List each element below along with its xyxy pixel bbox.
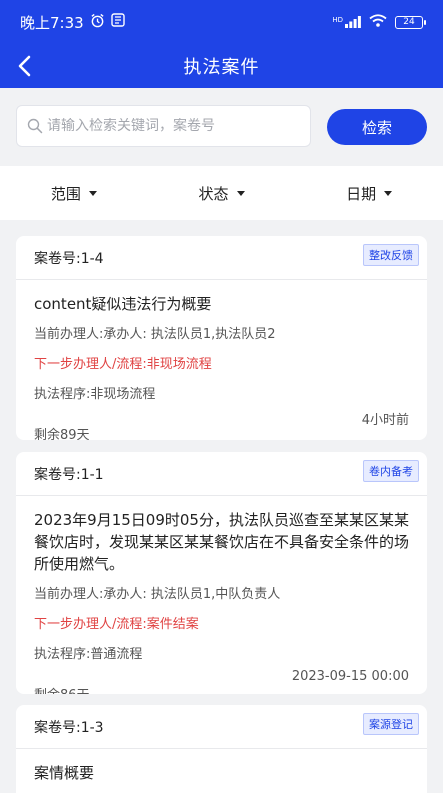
case-number: 案卷号:1-4 xyxy=(34,250,104,267)
case-handler: 当前办理人:承办人: 执法队员1,中队负责人 xyxy=(34,587,281,602)
case-number: 案卷号:1-1 xyxy=(34,466,104,483)
case-procedure: 执法程序:普通流程 xyxy=(34,647,143,662)
case-card[interactable]: 案卷号:1-3 案源登记 案情概要 xyxy=(16,705,427,793)
alarm-icon xyxy=(90,13,105,32)
caret-down-icon xyxy=(384,190,393,196)
search-button[interactable]: 检索 xyxy=(327,109,427,145)
case-summary: content疑似违法行为概要 xyxy=(34,295,212,313)
search-area: 检索 xyxy=(0,88,443,166)
filter-date[interactable]: 日期 xyxy=(295,166,443,220)
case-time: 4小时前 xyxy=(361,413,409,428)
case-next-step: 下一步办理人/流程:非现场流程 xyxy=(34,357,212,372)
app-header: 晚上7:33 HD 24 执法案件 xyxy=(0,0,443,88)
chevron-left-icon xyxy=(18,55,31,77)
caret-down-icon xyxy=(236,190,245,196)
case-status-badge: 整改反馈 xyxy=(363,243,419,266)
case-time: 2023-09-15 00:00 xyxy=(291,669,409,684)
case-number: 案卷号:1-3 xyxy=(34,719,104,736)
case-summary: 案情概要 xyxy=(34,764,95,782)
page-title: 执法案件 xyxy=(183,57,260,78)
battery-icon: 24 xyxy=(395,15,426,29)
search-input[interactable] xyxy=(47,118,297,134)
case-handler: 当前办理人:承办人: 执法队员1,执法队员2 xyxy=(34,327,276,342)
signal-hd-label: HD xyxy=(332,16,343,24)
status-time: 晚上7:33 xyxy=(20,13,84,32)
search-icon xyxy=(27,118,43,134)
case-status-badge: 卷内备考 xyxy=(363,459,419,482)
case-card[interactable]: 案卷号:1-1 卷内备考 2023年9月15日09时05分，执法队员巡查至某某区… xyxy=(16,452,427,694)
case-remaining-days: 剩余86天 xyxy=(34,684,90,694)
notification-icon xyxy=(110,13,125,31)
filter-scope[interactable]: 范围 xyxy=(0,166,148,220)
caret-down-icon xyxy=(88,190,97,196)
filter-status[interactable]: 状态 xyxy=(148,166,296,220)
wifi-icon xyxy=(369,14,387,30)
signal-icon: HD xyxy=(332,16,361,28)
case-status-badge: 案源登记 xyxy=(363,712,419,735)
case-summary: 2023年9月15日09时05分，执法队员巡查至某某区某某餐饮店时，发现某某区某… xyxy=(34,511,410,573)
case-remaining-days: 剩余89天 xyxy=(34,428,90,440)
filter-date-label: 日期 xyxy=(346,184,377,203)
status-bar: 晚上7:33 HD 24 xyxy=(0,0,443,44)
case-procedure: 执法程序:非现场流程 xyxy=(34,387,156,402)
back-button[interactable] xyxy=(6,48,42,84)
case-card-header: 案卷号:1-3 案源登记 xyxy=(16,705,427,749)
nav-bar: 执法案件 xyxy=(0,44,443,88)
filter-scope-label: 范围 xyxy=(50,184,81,203)
search-box[interactable] xyxy=(16,105,311,147)
case-card-header: 案卷号:1-4 整改反馈 xyxy=(16,236,427,280)
case-card-header: 案卷号:1-1 卷内备考 xyxy=(16,452,427,496)
filter-bar: 范围 状态 日期 xyxy=(0,166,443,220)
case-card[interactable]: 案卷号:1-4 整改反馈 content疑似违法行为概要 当前办理人:承办人: … xyxy=(16,236,427,440)
case-next-step: 下一步办理人/流程:案件结案 xyxy=(34,617,199,632)
filter-status-label: 状态 xyxy=(198,184,229,203)
